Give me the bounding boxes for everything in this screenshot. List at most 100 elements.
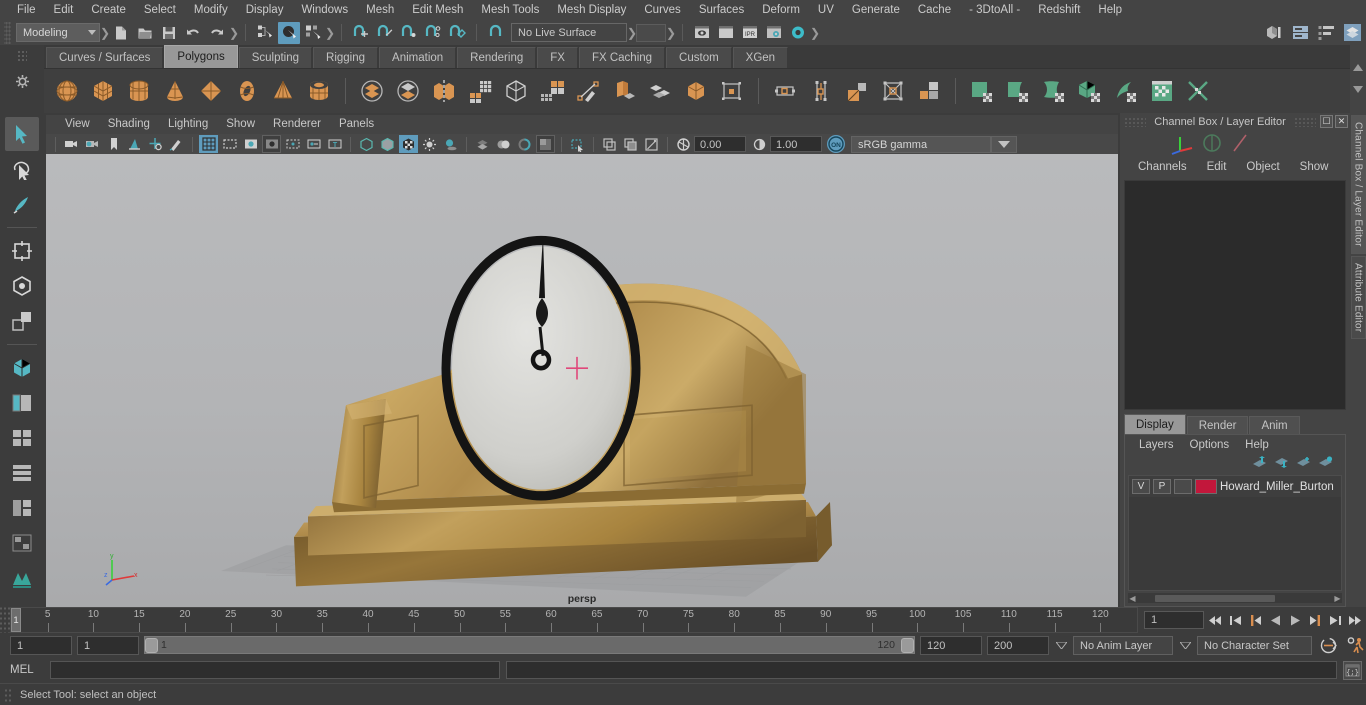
status-input-field[interactable] — [636, 23, 666, 42]
xray-joints-2-icon[interactable] — [642, 135, 661, 153]
snap-to-curve-icon[interactable] — [374, 22, 396, 44]
snap-to-view-plane-icon[interactable] — [446, 22, 468, 44]
paint-select-tool[interactable] — [5, 187, 39, 221]
xray-icon[interactable] — [600, 135, 619, 153]
menu-surfaces[interactable]: Surfaces — [690, 0, 753, 20]
poly-pipe-icon[interactable] — [302, 74, 336, 108]
time-slider-grip[interactable] — [0, 607, 10, 633]
menu-select[interactable]: Select — [135, 0, 185, 20]
textured-icon[interactable] — [399, 135, 418, 153]
uv-unfold-icon[interactable] — [1109, 74, 1143, 108]
layer-menu-layers[interactable]: Layers — [1131, 435, 1182, 455]
film-origin-icon[interactable] — [283, 135, 302, 153]
menu-windows[interactable]: Windows — [292, 0, 357, 20]
detach-icon[interactable] — [876, 74, 910, 108]
range-end-handle[interactable] — [901, 637, 914, 653]
menu-cache[interactable]: Cache — [909, 0, 960, 20]
step-back-frame-icon[interactable] — [1227, 611, 1244, 629]
smooth-icon[interactable] — [463, 74, 497, 108]
playback-end-field[interactable]: 120 — [920, 635, 982, 655]
poly-torus-icon[interactable] — [230, 74, 264, 108]
character-set-select[interactable]: No Character Set — [1197, 635, 1312, 655]
layer-tab-render[interactable]: Render — [1186, 416, 1249, 434]
append-icon[interactable] — [715, 74, 749, 108]
play-backwards-icon[interactable] — [1267, 611, 1284, 629]
show-hide-attribute-editor-icon[interactable] — [1289, 21, 1311, 43]
lasso-select-tool[interactable] — [5, 152, 39, 186]
screen-space-ao-icon[interactable] — [473, 135, 492, 153]
bookmark-icon[interactable] — [104, 135, 123, 153]
offset-edge-loop-icon[interactable] — [804, 74, 838, 108]
undo-icon[interactable] — [182, 22, 204, 44]
make-live-icon[interactable] — [485, 22, 507, 44]
script-editor-icon[interactable]: {;} — [1343, 660, 1362, 680]
playback-start-field[interactable]: 1 — [77, 635, 139, 655]
poly-crease-icon[interactable] — [912, 74, 946, 108]
resolution-gate-icon[interactable] — [241, 135, 260, 153]
shelf-tab-fx-caching[interactable]: FX Caching — [578, 47, 666, 68]
wireframe-icon[interactable] — [357, 135, 376, 153]
shelf-tab-curves-surfaces[interactable]: Curves / Surfaces — [46, 47, 164, 68]
anim-layer-select[interactable]: No Anim Layer — [1073, 635, 1173, 655]
range-bar[interactable]: 1 120 — [144, 636, 915, 654]
layer-menu-help[interactable]: Help — [1237, 435, 1277, 455]
hypershade-layout-icon[interactable] — [5, 526, 39, 560]
shelf-scroll-up-icon[interactable] — [1353, 62, 1363, 74]
select-camera-icon[interactable] — [62, 135, 81, 153]
depth-peeling-icon[interactable] — [536, 135, 555, 153]
separate-icon[interactable] — [391, 74, 425, 108]
shelf-tab-rigging[interactable]: Rigging — [313, 47, 379, 68]
menu-mesh-display[interactable]: Mesh Display — [548, 0, 635, 20]
move-layer-up-icon[interactable] — [1252, 456, 1267, 472]
merge-icon[interactable] — [679, 74, 713, 108]
layer-menu-options[interactable]: Options — [1182, 435, 1238, 455]
animation-preferences-icon[interactable] — [1344, 636, 1366, 654]
move-layer-down-icon[interactable] — [1274, 456, 1289, 472]
snap-to-point-icon[interactable] — [398, 22, 420, 44]
channel-menu-object[interactable]: Object — [1236, 156, 1289, 178]
menu-file[interactable]: File — [8, 0, 45, 20]
select-object-icon[interactable] — [278, 21, 300, 44]
bridge-icon[interactable] — [643, 74, 677, 108]
new-scene-icon[interactable] — [110, 22, 132, 44]
render-settings-icon[interactable] — [763, 22, 785, 44]
menu-set-selector[interactable]: Modeling — [16, 23, 100, 42]
show-hide-channel-box-icon[interactable] — [1341, 21, 1363, 43]
go-to-start-icon[interactable] — [1207, 611, 1224, 629]
outliner-persp-layout-icon[interactable] — [5, 351, 39, 385]
extrude-icon[interactable] — [535, 74, 569, 108]
uv-cylindrical-icon[interactable] — [1037, 74, 1071, 108]
range-start-handle[interactable] — [145, 637, 158, 653]
channel-menu-edit[interactable]: Edit — [1197, 156, 1237, 178]
select-hierarchy-icon[interactable] — [254, 22, 276, 44]
status-section-collapse-4[interactable]: ❯ — [627, 22, 637, 44]
shelf-tab-rendering[interactable]: Rendering — [457, 47, 537, 68]
shelf-tab-polygons[interactable]: Polygons — [164, 45, 238, 68]
channel-box-list[interactable] — [1124, 180, 1346, 410]
color-space-dropdown-arrow[interactable] — [991, 135, 1017, 153]
gamma-icon[interactable] — [750, 135, 769, 153]
viewport-menu-panels[interactable]: Panels — [330, 115, 383, 134]
save-scene-icon[interactable] — [158, 22, 180, 44]
uv-planar-icon[interactable] — [1001, 74, 1035, 108]
exposure-field[interactable]: 0.00 — [694, 136, 746, 152]
motion-blur-icon[interactable] — [494, 135, 513, 153]
image-plane-icon[interactable] — [125, 135, 144, 153]
menu-mesh[interactable]: Mesh — [357, 0, 403, 20]
render-current-frame-icon[interactable] — [715, 22, 737, 44]
layer-scroll-right-icon[interactable]: ▶ — [1333, 594, 1342, 603]
step-forward-key-icon[interactable] — [1307, 611, 1324, 629]
snap-to-grid-icon[interactable] — [350, 22, 372, 44]
menu-curves[interactable]: Curves — [635, 0, 689, 20]
xray-active-components-icon[interactable] — [621, 135, 640, 153]
menu-modify[interactable]: Modify — [185, 0, 237, 20]
combine-icon[interactable] — [355, 74, 389, 108]
viewport-menu-shading[interactable]: Shading — [99, 115, 159, 134]
exposure-icon[interactable] — [674, 135, 693, 153]
menu-edit[interactable]: Edit — [45, 0, 83, 20]
grease-pencil-icon[interactable] — [167, 135, 186, 153]
select-tool[interactable] — [5, 117, 39, 151]
mirror-icon[interactable] — [427, 74, 461, 108]
auto-keyframe-icon[interactable] — [1317, 636, 1339, 654]
viewport-menu-lighting[interactable]: Lighting — [159, 115, 217, 134]
